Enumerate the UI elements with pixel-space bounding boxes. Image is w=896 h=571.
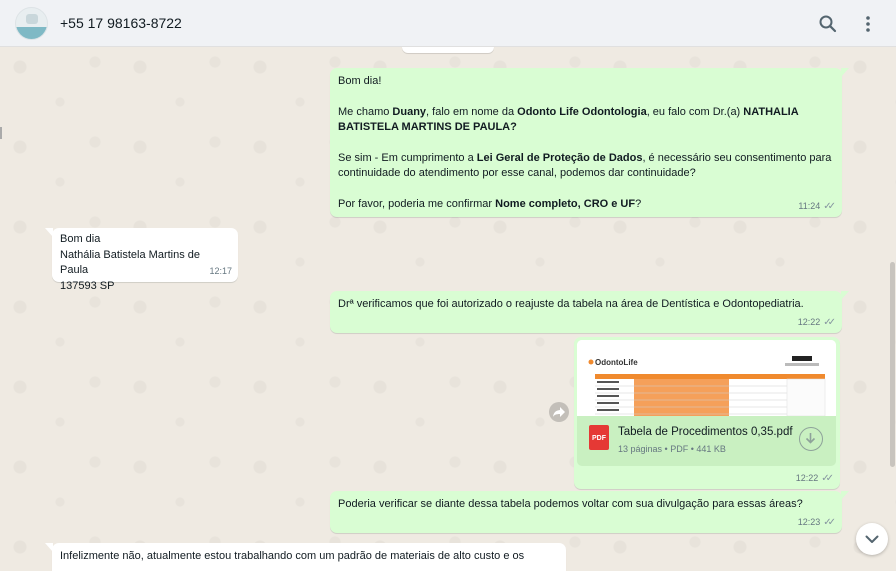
pdf-preview[interactable]: OdontoLife xyxy=(577,340,836,416)
message-outgoing[interactable]: Bom dia! Me chamo Duany, falo em nome da… xyxy=(330,68,849,217)
message-time: 12:22 xyxy=(795,472,819,483)
message-text: Bom dia! xyxy=(338,75,382,87)
message-outgoing[interactable]: Drª verificamos que foi autorizado o rea… xyxy=(330,291,849,333)
search-icon[interactable] xyxy=(816,12,840,36)
message-time: 12:17 xyxy=(209,265,232,276)
read-ticks-icon: ✓✓ xyxy=(821,472,834,484)
message-outgoing[interactable]: Poderia verificar se diante dessa tabela… xyxy=(330,491,849,533)
message-outgoing-document[interactable]: OdontoLife PDF Tabela de Procedimentos 0… xyxy=(574,337,840,489)
download-icon[interactable] xyxy=(799,427,823,451)
read-ticks-icon: ✓✓ xyxy=(823,200,836,212)
scroll-to-bottom-button[interactable] xyxy=(856,523,888,555)
pdf-file-icon: PDF xyxy=(589,425,609,450)
panel-edge-marker xyxy=(0,127,2,139)
pdf-file-meta: 13 páginas • PDF • 441 KB xyxy=(618,444,726,454)
read-ticks-icon: ✓✓ xyxy=(823,516,836,528)
chevron-down-icon xyxy=(865,535,879,543)
bubble-tail xyxy=(841,68,849,77)
bubble-tail xyxy=(45,543,53,552)
message-text: Se sim - Em cumprimento a Lei Geral de P… xyxy=(338,151,832,180)
message-time: 12:23 xyxy=(797,516,821,527)
avatar-logo-mark xyxy=(26,14,38,24)
contact-name[interactable]: +55 17 98163-8722 xyxy=(60,15,182,31)
pdf-file-name[interactable]: Tabela de Procedimentos 0,35.pdf xyxy=(618,425,793,441)
message-meta: 12:23 ✓✓ xyxy=(798,515,836,531)
menu-icon[interactable] xyxy=(856,12,880,36)
message-list[interactable]: Bom dia! Me chamo Duany, falo em nome da… xyxy=(0,47,896,571)
message-text: Poderia verificar se diante dessa tabela… xyxy=(338,498,803,510)
message-meta: 11:24 ✓✓ xyxy=(798,199,836,215)
message-meta: 12:17 xyxy=(209,264,232,280)
message-text: Drª verificamos que foi autorizado o rea… xyxy=(338,298,804,310)
date-chip xyxy=(402,47,494,53)
message-incoming[interactable]: Infelizmente não, atualmente estou traba… xyxy=(45,543,566,571)
pdf-attachment[interactable]: PDF Tabela de Procedimentos 0,35.pdf 13 … xyxy=(577,416,836,466)
message-meta: 12:22 ✓✓ xyxy=(798,315,836,331)
message-time: 11:24 xyxy=(798,200,821,211)
forward-icon[interactable] xyxy=(549,402,569,422)
read-ticks-icon: ✓✓ xyxy=(823,316,836,328)
message-text: Infelizmente não, atualmente estou traba… xyxy=(60,550,525,562)
message-text: Nathália Batistela Martins de Paula xyxy=(60,248,201,277)
chat-header: +55 17 98163-8722 xyxy=(0,0,896,47)
message-text: 137593 SP xyxy=(60,279,115,292)
bubble-tail xyxy=(841,291,849,300)
message-time: 12:22 xyxy=(797,316,821,327)
message-incoming[interactable]: Bom dia Nathália Batistela Martins de Pa… xyxy=(45,228,238,292)
bubble-tail xyxy=(45,228,53,237)
message-meta: 12:22 ✓✓ xyxy=(796,471,834,487)
avatar[interactable] xyxy=(15,7,48,40)
message-text: Por favor, poderia me confirmar Nome com… xyxy=(338,197,642,210)
message-text: Bom dia xyxy=(60,233,101,245)
bubble-tail xyxy=(841,491,849,500)
message-text: Me chamo Duany, falo em nome da Odonto L… xyxy=(338,105,799,134)
thumb-brand: OdontoLife xyxy=(595,358,638,367)
avatar-wave xyxy=(16,27,47,39)
scrollbar-thumb[interactable] xyxy=(890,262,895,467)
